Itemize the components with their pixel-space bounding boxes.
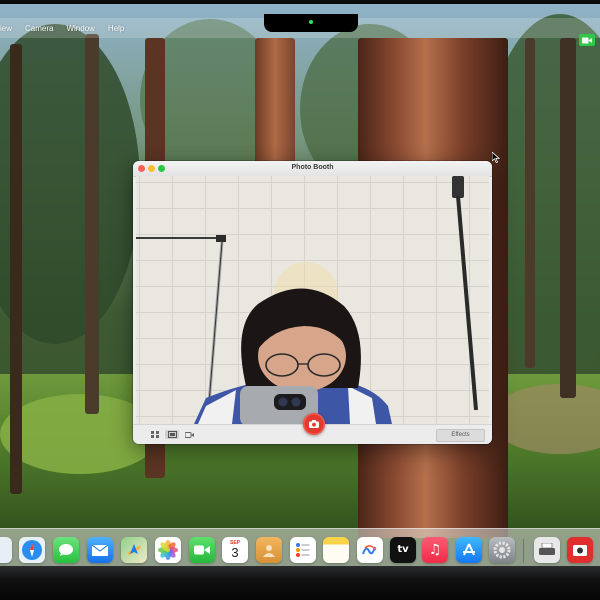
envelope-icon bbox=[92, 544, 108, 556]
speech-bubble-icon bbox=[59, 544, 73, 556]
tree-trunk bbox=[85, 34, 99, 414]
dock: SEP 3 tv ♫ bbox=[0, 528, 600, 570]
photo-booth-window: Photo Booth Effects bbox=[133, 161, 492, 444]
dock-system-settings[interactable] bbox=[489, 537, 515, 563]
camera-feed-image bbox=[136, 176, 478, 424]
dock-preview[interactable] bbox=[534, 537, 560, 563]
video-icon[interactable] bbox=[183, 430, 195, 439]
window-title: Photo Booth bbox=[291, 164, 334, 171]
dock-mail[interactable] bbox=[87, 537, 113, 563]
camera-indicator-light bbox=[309, 20, 313, 24]
app-store-icon bbox=[463, 543, 475, 556]
dock-freeform[interactable] bbox=[357, 537, 383, 563]
tree-trunk bbox=[10, 44, 22, 494]
map-arrow-icon bbox=[127, 544, 142, 556]
person-icon bbox=[263, 545, 275, 557]
safari-icon bbox=[22, 540, 42, 560]
dock-notes[interactable] bbox=[323, 537, 349, 563]
camera-icon bbox=[309, 420, 319, 428]
dock-messages[interactable] bbox=[53, 537, 79, 563]
dock-music[interactable]: ♫ bbox=[422, 537, 448, 563]
dock-calendar[interactable]: SEP 3 bbox=[222, 537, 248, 563]
menu-view[interactable]: iew bbox=[0, 24, 12, 33]
video-camera-icon[interactable] bbox=[579, 34, 595, 46]
take-photo-button[interactable] bbox=[303, 413, 325, 435]
menu-camera[interactable]: Camera bbox=[25, 24, 53, 33]
dock-photos[interactable] bbox=[155, 537, 181, 563]
music-note-icon: ♫ bbox=[428, 542, 442, 558]
mouse-pointer-icon bbox=[491, 150, 501, 168]
photo-booth-icon bbox=[573, 545, 587, 556]
menu-help[interactable]: Help bbox=[108, 24, 124, 33]
gear-icon bbox=[493, 541, 511, 559]
photos-flower-icon bbox=[158, 540, 178, 560]
dock-finder[interactable] bbox=[0, 537, 12, 563]
video-camera-icon bbox=[194, 545, 210, 555]
dock-maps[interactable] bbox=[121, 537, 147, 563]
menu-bar-items: iew Camera Window Help bbox=[0, 24, 137, 33]
dock-divider bbox=[523, 539, 524, 563]
checklist-icon bbox=[296, 543, 310, 557]
dock-facetime[interactable] bbox=[189, 537, 215, 563]
dock-safari[interactable] bbox=[19, 537, 45, 563]
dock-contacts[interactable] bbox=[256, 537, 282, 563]
apple-tv-label: tv bbox=[397, 544, 409, 555]
dock-photo-booth[interactable] bbox=[567, 537, 593, 563]
menu-window[interactable]: Window bbox=[66, 24, 94, 33]
desktop-screen: iew Camera Window Help Photo Booth Effec… bbox=[0, 4, 600, 570]
dock-app-store[interactable] bbox=[456, 537, 482, 563]
tree-trunk bbox=[560, 38, 576, 398]
camera-preview bbox=[136, 176, 489, 424]
printer-icon bbox=[539, 543, 555, 555]
calendar-day: 3 bbox=[231, 545, 239, 560]
grid-view-icon[interactable] bbox=[149, 430, 161, 439]
camera-notch bbox=[264, 14, 358, 32]
window-titlebar[interactable]: Photo Booth bbox=[133, 161, 492, 177]
tree-trunk bbox=[525, 38, 535, 368]
effects-button[interactable]: Effects bbox=[436, 429, 485, 442]
dock-reminders[interactable] bbox=[290, 537, 316, 563]
dock-apple-tv[interactable]: tv bbox=[390, 537, 416, 563]
monitor-bezel bbox=[0, 566, 600, 600]
single-photo-icon[interactable] bbox=[165, 430, 179, 439]
scribble-icon bbox=[362, 545, 377, 555]
